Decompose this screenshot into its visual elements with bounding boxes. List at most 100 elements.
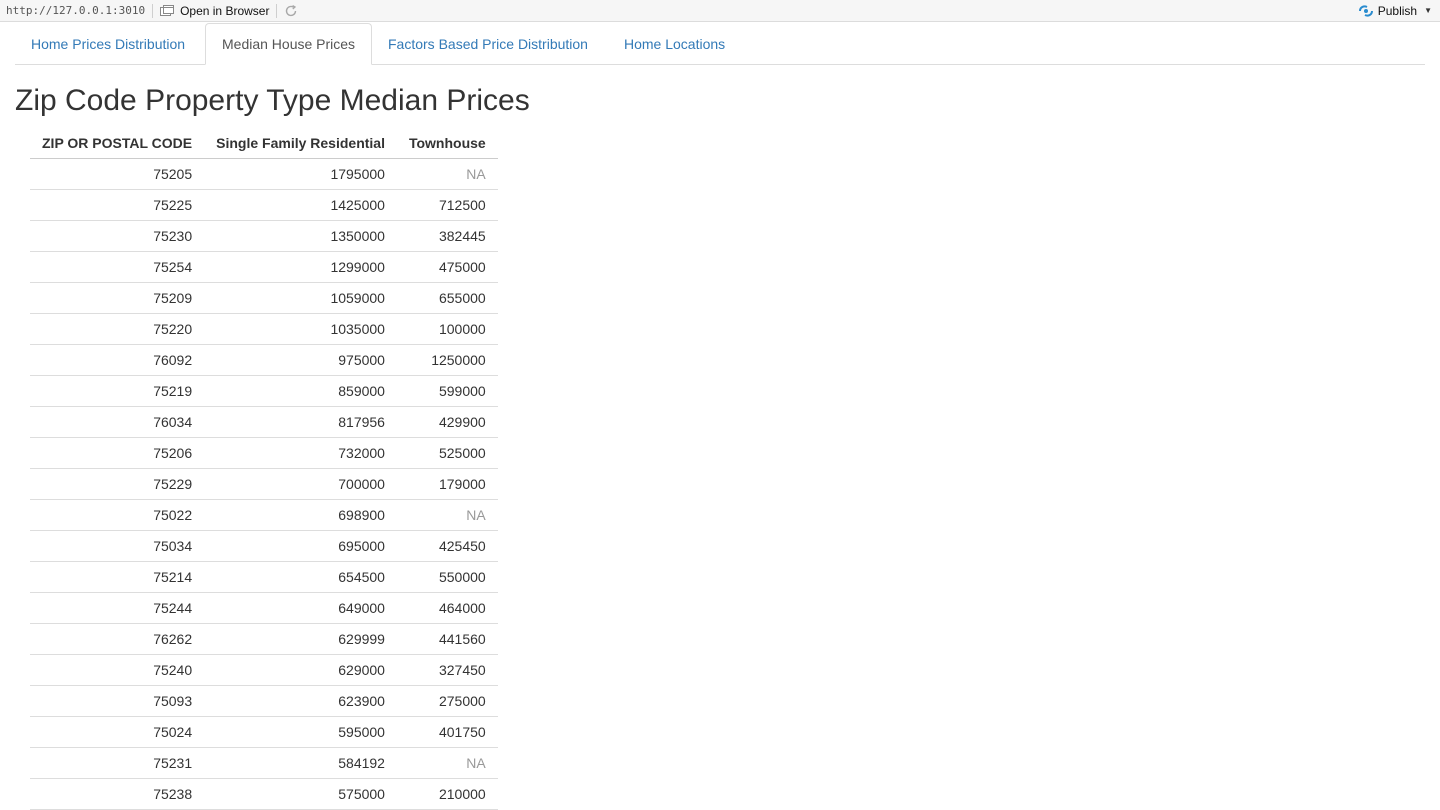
toolbar-divider	[152, 3, 154, 18]
open-in-browser-label: Open in Browser	[180, 3, 270, 18]
cell-zip-code: 75225	[30, 189, 205, 221]
publish-icon	[1358, 4, 1373, 17]
cell-single-family-price: 700000	[204, 468, 397, 500]
cell-zip-code: 75093	[30, 685, 205, 717]
cell-single-family-price: 629000	[204, 654, 397, 686]
table-body: 75205 1795000 NA 75225 1425000 712500 75230 135…	[30, 158, 498, 810]
open-in-browser-button[interactable]: Open in Browser	[160, 4, 269, 18]
open-in-browser-icon	[160, 4, 175, 16]
table-row: 75231 584192 NA	[30, 747, 498, 779]
table-row: 75225 1425000 712500	[30, 189, 498, 221]
cell-townhouse-price: 382445	[396, 220, 498, 252]
cell-zip-code: 75205	[30, 158, 205, 190]
cell-zip-code: 75219	[30, 375, 205, 407]
cell-townhouse-price: 179000	[396, 468, 498, 500]
cell-single-family-price: 629999	[204, 623, 397, 655]
table-row: 75244 649000 464000	[30, 592, 498, 624]
cell-zip-code: 75229	[30, 468, 205, 500]
cell-single-family-price: 817956	[204, 406, 397, 438]
cell-townhouse-price: 475000	[396, 251, 498, 283]
table-row: 75238 575000 210000	[30, 778, 498, 810]
cell-zip-code: 75230	[30, 220, 205, 252]
column-header-single-family[interactable]: Single Family Residential	[204, 128, 397, 159]
refresh-button[interactable]	[284, 4, 298, 18]
table-row: 75024 595000 401750	[30, 716, 498, 748]
table-row: 75209 1059000 655000	[30, 282, 498, 314]
cell-townhouse-price: NA	[396, 499, 498, 531]
cell-townhouse-price: 210000	[396, 778, 498, 810]
cell-zip-code: 75240	[30, 654, 205, 686]
table-row: 76034 817956 429900	[30, 406, 498, 438]
table-row: 75229 700000 179000	[30, 468, 498, 500]
tab-median-house-prices[interactable]: Median House Prices	[205, 23, 373, 65]
cell-single-family-price: 584192	[204, 747, 397, 779]
cell-townhouse-price: NA	[396, 747, 498, 779]
cell-single-family-price: 859000	[204, 375, 397, 407]
publish-menu-caret-icon[interactable]: ▼	[1424, 6, 1432, 15]
cell-single-family-price: 732000	[204, 437, 397, 469]
cell-zip-code: 76034	[30, 406, 205, 438]
cell-single-family-price: 1425000	[204, 189, 397, 221]
median-prices-table: ZIP OR POSTAL CODE Single Family Residen…	[30, 128, 498, 810]
cell-townhouse-price: NA	[396, 158, 498, 190]
tab-home-locations[interactable]: Home Locations	[608, 23, 741, 65]
cell-single-family-price: 649000	[204, 592, 397, 624]
cell-zip-code: 75220	[30, 313, 205, 345]
cell-townhouse-price: 655000	[396, 282, 498, 314]
cell-townhouse-price: 550000	[396, 561, 498, 593]
cell-townhouse-price: 441560	[396, 623, 498, 655]
column-header-zip[interactable]: ZIP OR POSTAL CODE	[30, 128, 205, 159]
cell-zip-code: 75214	[30, 561, 205, 593]
cell-single-family-price: 1795000	[204, 158, 397, 190]
refresh-icon	[286, 4, 297, 16]
cell-zip-code: 75238	[30, 778, 205, 810]
cell-single-family-price: 975000	[204, 344, 397, 376]
table-row: 75034 695000 425450	[30, 530, 498, 562]
table-row: 76262 629999 441560	[30, 623, 498, 655]
cell-townhouse-price: 401750	[396, 716, 498, 748]
cell-single-family-price: 695000	[204, 530, 397, 562]
table-row: 75205 1795000 NA	[30, 158, 498, 190]
cell-zip-code: 75244	[30, 592, 205, 624]
cell-single-family-price: 595000	[204, 716, 397, 748]
cell-zip-code: 75034	[30, 530, 205, 562]
cell-townhouse-price: 464000	[396, 592, 498, 624]
table-row: 75254 1299000 475000	[30, 251, 498, 283]
page-title: Zip Code Property Type Median Prices	[15, 84, 530, 117]
cell-townhouse-price: 429900	[396, 406, 498, 438]
cell-single-family-price: 1035000	[204, 313, 397, 345]
cell-single-family-price: 698900	[204, 499, 397, 531]
cell-townhouse-price: 712500	[396, 189, 498, 221]
table-header-row: ZIP OR POSTAL CODE Single Family Residen…	[30, 128, 498, 159]
cell-townhouse-price: 425450	[396, 530, 498, 562]
table-row: 75022 698900 NA	[30, 499, 498, 531]
tab-bar: Home Prices Distribution Median House Pr…	[15, 23, 1425, 65]
table-row: 75220 1035000 100000	[30, 313, 498, 345]
table-row: 76092 975000 1250000	[30, 344, 498, 376]
publish-label: Publish	[1377, 3, 1418, 18]
column-header-townhouse[interactable]: Townhouse	[396, 128, 498, 159]
cell-townhouse-price: 1250000	[396, 344, 498, 376]
table-row: 75240 629000 327450	[30, 654, 498, 686]
tab-factors-based-price-distribution[interactable]: Factors Based Price Distribution	[372, 23, 604, 65]
cell-single-family-price: 1059000	[204, 282, 397, 314]
cell-single-family-price: 1350000	[204, 220, 397, 252]
cell-zip-code: 75209	[30, 282, 205, 314]
table-row: 75214 654500 550000	[30, 561, 498, 593]
cell-townhouse-price: 599000	[396, 375, 498, 407]
table-row: 75219 859000 599000	[30, 375, 498, 407]
cell-single-family-price: 623900	[204, 685, 397, 717]
cell-zip-code: 75206	[30, 437, 205, 469]
tab-home-prices-distribution[interactable]: Home Prices Distribution	[15, 23, 201, 65]
cell-zip-code: 75022	[30, 499, 205, 531]
cell-zip-code: 76092	[30, 344, 205, 376]
publish-button[interactable]: Publish ▼	[1358, 4, 1440, 18]
cell-townhouse-price: 525000	[396, 437, 498, 469]
cell-zip-code: 75254	[30, 251, 205, 283]
cell-zip-code: 75024	[30, 716, 205, 748]
cell-townhouse-price: 275000	[396, 685, 498, 717]
toolbar-divider	[276, 3, 278, 18]
cell-single-family-price: 575000	[204, 778, 397, 810]
table-row: 75206 732000 525000	[30, 437, 498, 469]
cell-townhouse-price: 100000	[396, 313, 498, 345]
